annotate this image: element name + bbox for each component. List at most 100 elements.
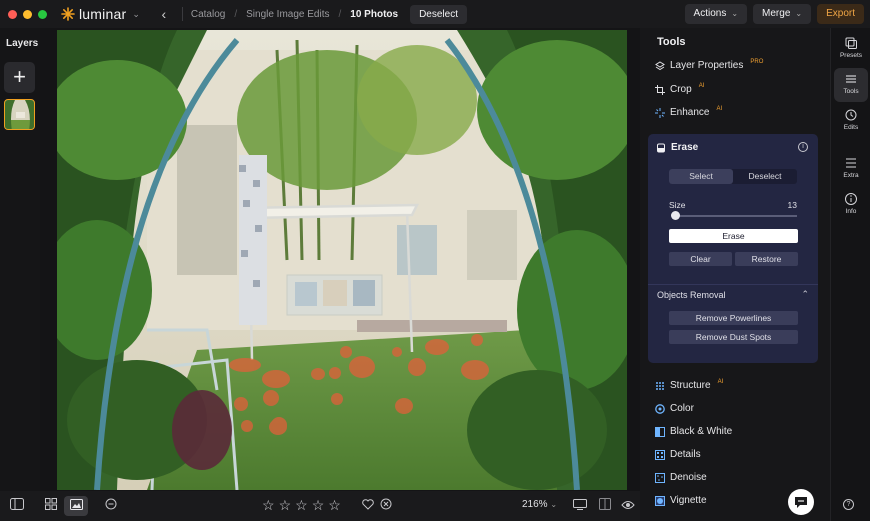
erase-button[interactable]: Erase	[669, 229, 798, 243]
rail-label: Presets	[839, 52, 863, 59]
chat-bubble-icon	[795, 497, 807, 508]
star-icon[interactable]: ☆	[279, 497, 292, 514]
header-actions: Actions ⌄ Merge ⌄ Export	[684, 4, 864, 24]
remove-dust-spots-button[interactable]: Remove Dust Spots	[669, 330, 798, 344]
tool-layer-properties[interactable]: Layer Properties PRO	[655, 59, 763, 71]
eye-icon	[621, 501, 635, 509]
minus-circle-icon	[105, 498, 117, 510]
tool-structure[interactable]: Structure AI	[655, 379, 723, 391]
tool-crop[interactable]: Crop AI	[655, 82, 705, 95]
export-button[interactable]: Export	[817, 4, 864, 24]
star-icon[interactable]: ☆	[295, 497, 308, 514]
bw-icon	[655, 426, 665, 437]
rail-presets[interactable]: Presets	[834, 32, 868, 66]
chevron-down-icon: ⌄	[795, 9, 803, 18]
help-icon[interactable]: ?	[843, 499, 854, 510]
deselect-mode-button[interactable]: Deselect	[733, 169, 797, 184]
tool-label: Layer Properties	[670, 60, 744, 71]
rail-edits[interactable]: Edits	[834, 104, 868, 138]
panel-title: Tools	[657, 36, 686, 48]
denoise-icon	[655, 472, 665, 483]
clear-button[interactable]: Clear	[669, 252, 732, 266]
app-name: luminar	[79, 6, 127, 22]
grid-view-button[interactable]	[42, 498, 60, 514]
breadcrumb-single-image-edits[interactable]: Single Image Edits	[246, 9, 329, 20]
breadcrumb-current: 10 Photos	[350, 8, 399, 20]
toggle-sidebar-button[interactable]	[8, 498, 26, 514]
single-view-button[interactable]	[64, 496, 88, 516]
objects-removal-header[interactable]: Objects Removal	[657, 290, 726, 300]
merge-menu-button[interactable]: Merge ⌄	[753, 4, 812, 24]
actions-menu-button[interactable]: Actions ⌄	[684, 4, 748, 24]
compare-button[interactable]	[571, 498, 589, 514]
size-value: 13	[787, 200, 797, 210]
tool-vignette[interactable]: Vignette	[655, 495, 707, 506]
presets-icon	[845, 37, 857, 49]
tool-label: Vignette	[670, 495, 707, 506]
tool-details[interactable]: Details	[655, 449, 701, 460]
breadcrumb: Catalog / Single Image Edits / 10 Photos	[191, 9, 398, 20]
rail-tools[interactable]: Tools	[834, 68, 868, 102]
tool-denoise[interactable]: Denoise	[655, 472, 707, 483]
ai-badge: AI	[716, 105, 723, 112]
rail-label: Edits	[843, 124, 859, 131]
split-icon	[599, 498, 611, 510]
history-icon	[845, 109, 857, 121]
layers-icon	[655, 60, 665, 70]
ai-badge: AI	[698, 82, 705, 89]
erase-header[interactable]: Erase	[656, 142, 698, 153]
tool-label: Details	[670, 449, 701, 460]
tool-label: Denoise	[670, 472, 707, 483]
star-icon[interactable]: ☆	[262, 497, 275, 514]
divider	[648, 284, 818, 285]
right-icon-rail: Presets Tools Edits Extra Info	[830, 28, 870, 521]
zoom-dropdown[interactable]: 216% ⌄	[522, 499, 557, 510]
window-controls	[8, 9, 47, 19]
sparkle-icon	[655, 107, 665, 118]
favorite-button[interactable]	[359, 498, 377, 514]
star-icon[interactable]: ☆	[312, 497, 325, 514]
breadcrumb-separator: /	[338, 8, 342, 20]
breadcrumb-catalog[interactable]: Catalog	[191, 9, 225, 20]
star-icon[interactable]: ☆	[328, 497, 341, 514]
close-window-button[interactable]	[8, 9, 17, 19]
bottom-toolbar: ☆ ☆ ☆ ☆ ☆ 216% ⌄	[0, 491, 640, 521]
rail-extra[interactable]: Extra	[834, 152, 868, 186]
selection-mode-toggle: Select Deselect	[669, 169, 797, 184]
layer-thumbnail-image	[5, 100, 34, 129]
info-icon[interactable]: i	[798, 142, 808, 152]
rating-stars: ☆ ☆ ☆ ☆ ☆	[262, 497, 341, 514]
crop-icon	[655, 84, 665, 95]
add-layer-button[interactable]: +	[4, 62, 35, 93]
back-button[interactable]: ‹	[156, 6, 172, 22]
size-slider-handle[interactable]	[671, 211, 680, 220]
erase-title: Erase	[671, 142, 699, 153]
split-view-button[interactable]	[596, 498, 614, 514]
size-label: Size	[669, 200, 686, 210]
deselect-button[interactable]: Deselect	[410, 4, 467, 24]
structure-icon	[656, 381, 664, 390]
remove-powerlines-button[interactable]: Remove Powerlines	[669, 311, 798, 325]
app-menu[interactable]: luminar ⌄	[61, 6, 140, 22]
select-mode-button[interactable]: Select	[669, 169, 733, 184]
sliders-icon	[846, 75, 856, 83]
restore-button[interactable]: Restore	[735, 252, 798, 266]
info-icon	[845, 193, 857, 205]
feedback-chat-button[interactable]	[788, 489, 814, 515]
tool-color[interactable]: Color	[655, 403, 694, 414]
chevron-up-icon[interactable]: ⌃	[801, 289, 809, 300]
chevron-down-icon: ⌄	[550, 500, 558, 509]
tool-black-and-white[interactable]: Black & White	[655, 426, 732, 437]
reject-button[interactable]	[102, 498, 120, 514]
preview-button[interactable]	[619, 498, 637, 514]
list-icon	[846, 158, 856, 168]
tool-enhance[interactable]: Enhance AI	[655, 105, 723, 118]
reject-flag-button[interactable]	[377, 498, 395, 514]
photo-canvas[interactable]	[57, 30, 627, 490]
layer-thumbnail[interactable]	[4, 99, 35, 130]
zoom-window-button[interactable]	[38, 9, 47, 19]
minimize-window-button[interactable]	[23, 9, 32, 19]
rail-info[interactable]: Info	[834, 188, 868, 222]
x-circle-icon	[380, 498, 392, 510]
size-slider-track[interactable]	[673, 215, 797, 217]
